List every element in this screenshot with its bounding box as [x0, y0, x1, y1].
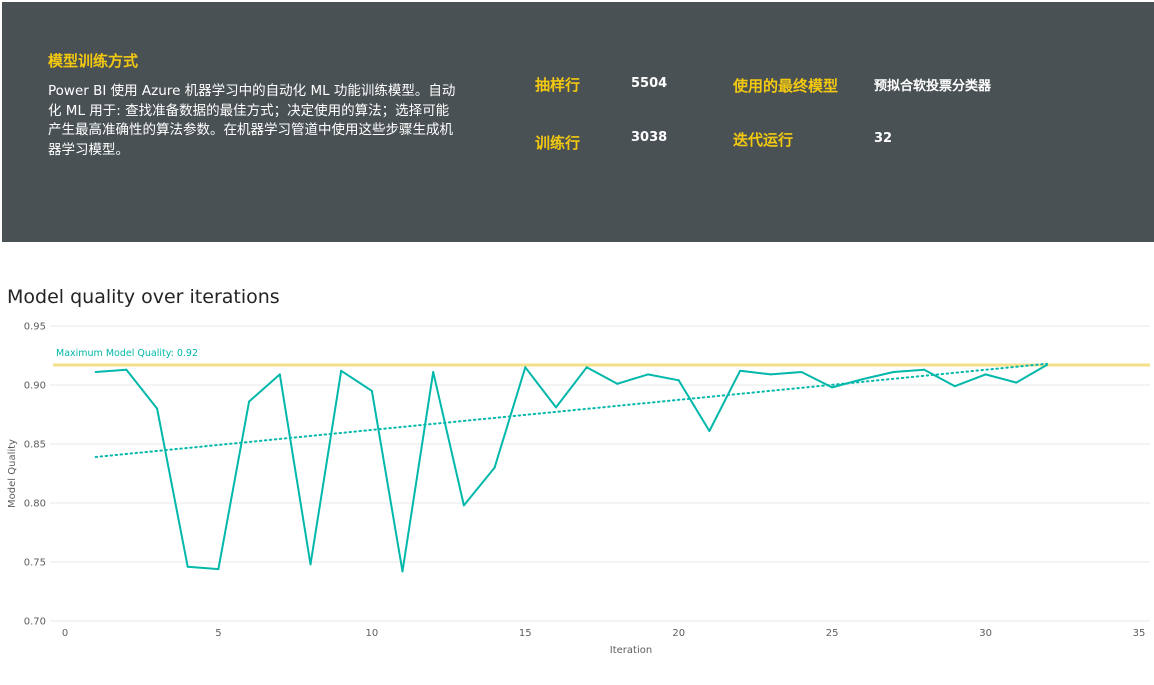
data-point	[831, 386, 834, 389]
data-point	[156, 407, 159, 410]
y-tick-label: 0.90	[24, 381, 46, 392]
quality-series-line	[95, 364, 1048, 573]
data-point	[554, 406, 557, 409]
iterations-label: 迭代运行	[733, 131, 794, 149]
data-point	[248, 400, 251, 403]
data-point	[585, 366, 588, 369]
model-quality-chart: 0.70 0.75 0.80 0.85 0.90 0.95 0 5 10 15 20 25 30 35 It…	[7, 322, 1150, 656]
y-tick-label: 0.80	[24, 499, 46, 510]
x-tick-label: 5	[215, 628, 221, 639]
data-point	[708, 430, 711, 433]
x-tick-label: 15	[519, 628, 532, 639]
x-axis-title: Iteration	[610, 645, 652, 656]
model-training-banner: 模型训练方式 Power BI 使用 Azure 机器学习中的自动化 ML 功能…	[2, 2, 1154, 242]
y-axis-title: Model Quality	[7, 439, 18, 508]
max-quality-label: Maximum Model Quality: 0.92	[56, 348, 198, 359]
sampled-rows-label: 抽样行	[535, 76, 581, 94]
sampled-rows-value: 5504	[631, 76, 668, 91]
data-point	[401, 570, 404, 573]
data-point	[94, 371, 97, 374]
data-point	[125, 368, 128, 371]
data-point	[462, 504, 465, 507]
data-point	[861, 378, 864, 381]
data-point	[647, 373, 650, 376]
data-point	[984, 373, 987, 376]
y-tick-label: 0.75	[24, 558, 46, 569]
final-model-label: 使用的最终模型	[733, 77, 839, 95]
data-point	[493, 466, 496, 469]
training-rows-label: 训练行	[535, 134, 581, 152]
data-point	[278, 373, 281, 376]
data-point	[739, 369, 742, 372]
x-tick-label: 20	[672, 628, 685, 639]
banner-description: Power BI 使用 Azure 机器学习中的自动化 ML 功能训练模型。自动…	[48, 83, 456, 158]
x-tick-label: 25	[826, 628, 839, 639]
y-tick-label: 0.95	[24, 322, 46, 333]
data-point	[309, 563, 312, 566]
data-point	[892, 371, 895, 374]
data-point	[186, 565, 189, 568]
data-point	[769, 373, 772, 376]
chart-title: Model quality over iterations	[7, 286, 280, 308]
data-point	[432, 371, 435, 374]
data-point	[370, 389, 373, 392]
banner-title: 模型训练方式	[48, 52, 139, 70]
data-point	[800, 371, 803, 374]
data-point	[1015, 381, 1018, 384]
x-tick-label: 10	[365, 628, 378, 639]
data-point	[524, 366, 527, 369]
data-point	[616, 382, 619, 385]
x-tick-label: 30	[979, 628, 992, 639]
final-model-value: 预拟合软投票分类器	[874, 79, 992, 94]
data-point	[1045, 363, 1048, 366]
x-tick-label: 35	[1133, 628, 1146, 639]
x-tick-label: 0	[62, 628, 68, 639]
y-tick-label: 0.85	[24, 440, 46, 451]
iterations-value: 32	[874, 131, 893, 146]
data-point	[217, 568, 220, 571]
trend-line	[94, 362, 1048, 458]
data-point	[953, 385, 956, 388]
y-tick-label: 0.70	[24, 617, 46, 628]
data-point	[923, 368, 926, 371]
data-point	[340, 369, 343, 372]
training-rows-value: 3038	[631, 130, 668, 145]
data-point	[677, 379, 680, 382]
